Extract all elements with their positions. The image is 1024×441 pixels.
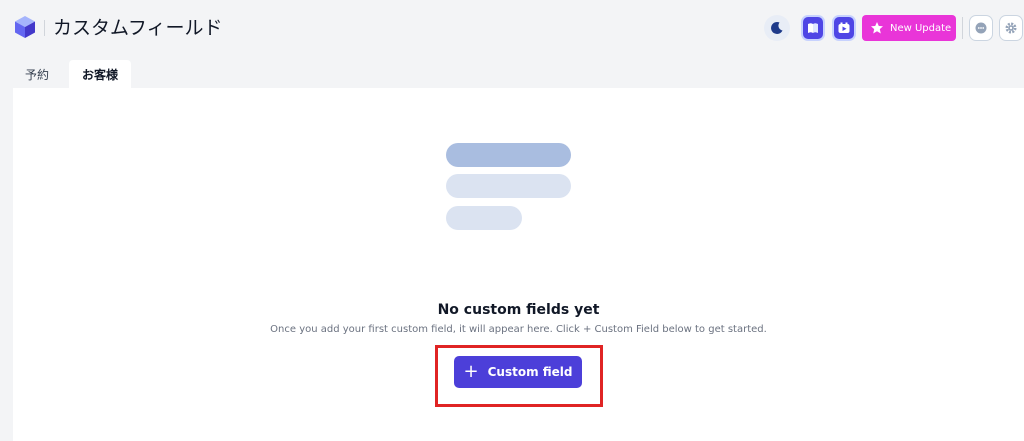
star-icon (871, 22, 883, 34)
page-title: カスタムフィールド (53, 17, 223, 39)
moon-icon (771, 21, 783, 34)
app-header: カスタムフィールド New Update (0, 0, 1024, 56)
settings-button[interactable] (999, 15, 1023, 41)
chat-button[interactable] (969, 15, 993, 41)
tab-reservations[interactable]: 予約 (13, 60, 61, 88)
placeholder-bar (446, 143, 571, 167)
dark-mode-button[interactable] (764, 15, 790, 41)
new-update-button[interactable]: New Update (862, 15, 956, 41)
empty-state-title: No custom fields yet (437, 302, 600, 318)
custom-fields-panel: No custom fields yet Once you add your f… (13, 88, 1024, 441)
add-custom-field-button[interactable]: + Custom field (454, 356, 582, 388)
logo-divider (44, 20, 45, 36)
header-divider (962, 17, 963, 39)
placeholder-bar (446, 206, 522, 230)
new-update-label: New Update (890, 22, 952, 34)
empty-state-description: Once you add your first custom field, it… (270, 324, 767, 335)
book-icon (808, 23, 818, 33)
add-custom-field-label: Custom field (487, 365, 573, 379)
video-tutorial-button[interactable] (832, 15, 856, 41)
gear-icon (1005, 22, 1017, 34)
logo-icon[interactable] (13, 15, 37, 39)
plus-icon: + (463, 361, 479, 382)
documentation-button[interactable] (801, 15, 825, 41)
tab-customers[interactable]: お客様 (69, 60, 131, 88)
placeholder-bar (446, 174, 571, 198)
chat-icon (975, 22, 987, 34)
video-icon (838, 22, 850, 33)
